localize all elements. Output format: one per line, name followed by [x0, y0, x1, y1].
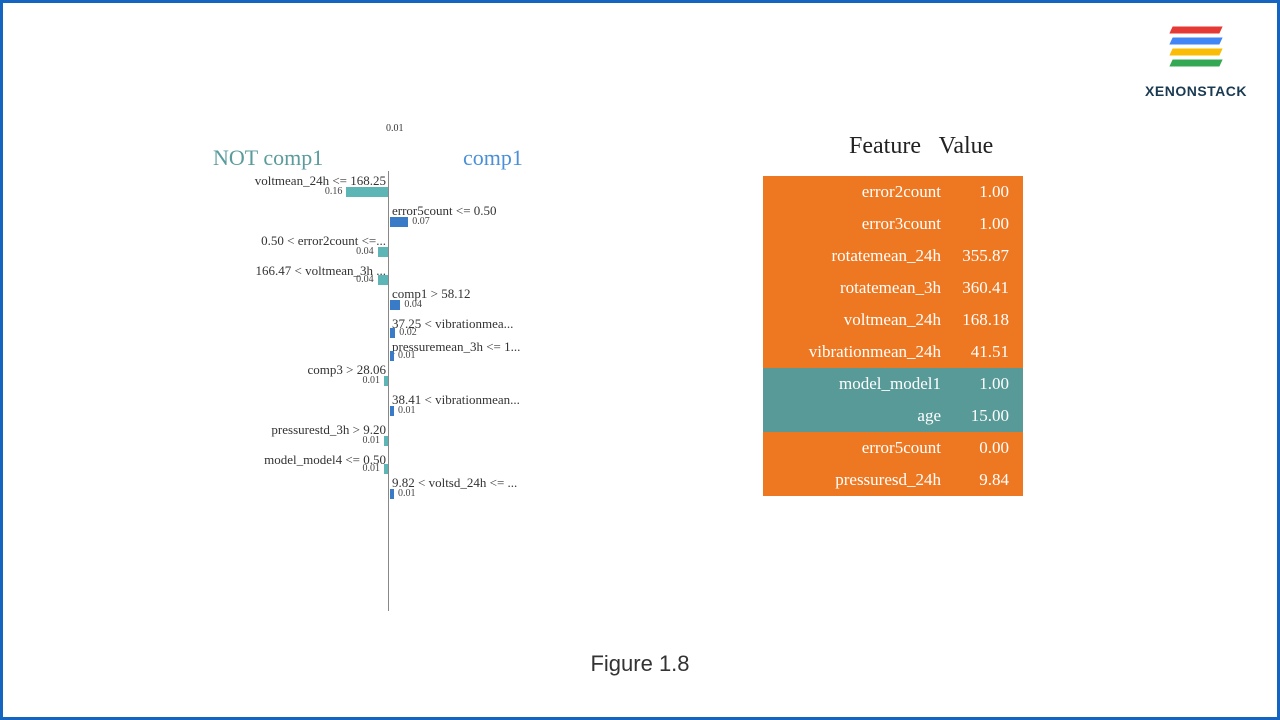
bar-value: 0.04 — [356, 246, 374, 257]
bar-row: comp1 > 58.120.04 — [183, 286, 603, 316]
bar-row: voltmean_24h <= 168.250.16 — [183, 173, 603, 203]
bar-value: 0.01 — [363, 463, 381, 474]
bar-fill — [378, 275, 388, 285]
bar-value: 0.01 — [363, 435, 381, 446]
bar-value: 0.16 — [325, 186, 343, 197]
table-row: rotatemean_3h360.41 — [763, 272, 1023, 304]
axis-tick: 0.01 — [386, 123, 404, 134]
bar-fill — [390, 351, 394, 361]
feature-cell: rotatemean_3h — [777, 278, 951, 298]
feature-cell: age — [777, 406, 951, 426]
bar-fill — [346, 187, 388, 197]
table-header-feature: Feature — [781, 133, 927, 160]
value-cell: 15.00 — [951, 406, 1009, 426]
logo-stack-icon — [1161, 23, 1231, 78]
bar-row: 37.25 < vibrationmea...0.02 — [183, 316, 603, 339]
bar-row: 0.50 < error2count <=...0.04 — [183, 233, 603, 263]
feature-cell: error2count — [777, 182, 951, 202]
value-cell: 1.00 — [951, 214, 1009, 234]
bar-fill — [384, 376, 388, 386]
table-row: error2count1.00 — [763, 176, 1023, 208]
value-cell: 168.18 — [951, 310, 1009, 330]
feature-cell: voltmean_24h — [777, 310, 951, 330]
feature-cell: vibrationmean_24h — [777, 342, 951, 362]
table-row: vibrationmean_24h41.51 — [763, 336, 1023, 368]
bar-value: 0.01 — [398, 488, 416, 499]
feature-cell: error5count — [777, 438, 951, 458]
feature-value-table: Feature Value error2count1.00error3count… — [763, 123, 1023, 603]
figure-caption: Figure 1.8 — [3, 651, 1277, 677]
bar-value: 0.07 — [412, 216, 430, 227]
bar-fill — [390, 300, 400, 310]
bar-value: 0.04 — [356, 274, 374, 285]
bar-fill — [390, 217, 408, 227]
table-row: model_model11.00 — [763, 368, 1023, 400]
lime-explanation-chart: 0.01 NOT comp1 comp1 voltmean_24h <= 168… — [183, 123, 603, 603]
table-row: error5count0.00 — [763, 432, 1023, 464]
bar-value: 0.02 — [399, 327, 417, 338]
brand-name: XENONSTACK — [1145, 83, 1247, 99]
bar-row: model_model4 <= 0.500.01 — [183, 452, 603, 475]
bar-fill — [384, 436, 388, 446]
feature-cell: pressuresd_24h — [777, 470, 951, 490]
bar-value: 0.01 — [398, 350, 416, 361]
value-cell: 360.41 — [951, 278, 1009, 298]
value-cell: 355.87 — [951, 246, 1009, 266]
bar-fill — [378, 247, 388, 257]
feature-cell: rotatemean_24h — [777, 246, 951, 266]
bar-row: error5count <= 0.500.07 — [183, 203, 603, 233]
bar-row: pressurestd_3h > 9.200.01 — [183, 422, 603, 452]
bar-value: 0.04 — [404, 299, 422, 310]
class-label-not: NOT comp1 — [213, 145, 323, 171]
brand-logo: XENONSTACK — [1145, 23, 1247, 99]
bar-row: 9.82 < voltsd_24h <= ...0.01 — [183, 475, 603, 505]
table-row: pressuresd_24h9.84 — [763, 464, 1023, 496]
bar-fill — [384, 464, 388, 474]
bar-row: pressuremean_3h <= 1...0.01 — [183, 339, 603, 362]
bar-row: comp3 > 28.060.01 — [183, 362, 603, 392]
value-cell: 1.00 — [951, 182, 1009, 202]
bar-row: 38.41 < vibrationmean...0.01 — [183, 392, 603, 422]
bar-value: 0.01 — [398, 405, 416, 416]
table-row: error3count1.00 — [763, 208, 1023, 240]
bar-fill — [390, 328, 395, 338]
feature-cell: model_model1 — [777, 374, 951, 394]
bar-fill — [390, 406, 394, 416]
table-header-value: Value — [927, 133, 1005, 160]
value-cell: 41.51 — [951, 342, 1009, 362]
table-row: age15.00 — [763, 400, 1023, 432]
feature-cell: error3count — [777, 214, 951, 234]
table-row: rotatemean_24h355.87 — [763, 240, 1023, 272]
class-label-yes: comp1 — [463, 145, 523, 171]
value-cell: 1.00 — [951, 374, 1009, 394]
bar-row: 166.47 < voltmean_3h ...0.04 — [183, 263, 603, 286]
bar-value: 0.01 — [363, 375, 381, 386]
value-cell: 0.00 — [951, 438, 1009, 458]
bar-fill — [390, 489, 394, 499]
value-cell: 9.84 — [951, 470, 1009, 490]
table-row: voltmean_24h168.18 — [763, 304, 1023, 336]
